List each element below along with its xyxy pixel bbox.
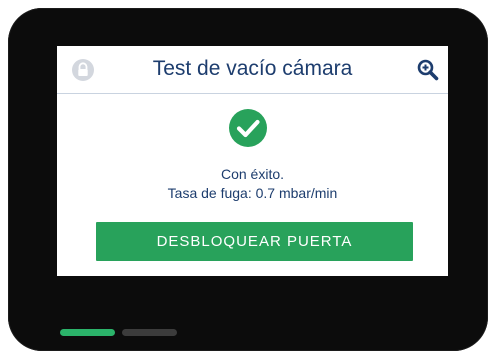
leak-rate-text: Tasa de fuga: 0.7 mbar/min	[167, 185, 338, 201]
touch-screen: Test de vacío cámara Con éxito. Tasa de …	[57, 46, 448, 276]
magnifier-plus-icon[interactable]	[416, 58, 440, 82]
page-indicator-active	[60, 329, 115, 336]
unlock-door-button[interactable]: DESBLOQUEAR PUERTA	[96, 222, 413, 261]
check-circle-icon	[229, 109, 267, 147]
page-title: Test de vacío cámara	[152, 57, 353, 80]
lock-icon	[72, 59, 94, 81]
page-indicator-inactive	[122, 329, 177, 336]
status-message: Con éxito.	[220, 166, 285, 182]
screen-header: Test de vacío cámara	[57, 46, 448, 94]
page-indicators	[60, 329, 180, 337]
